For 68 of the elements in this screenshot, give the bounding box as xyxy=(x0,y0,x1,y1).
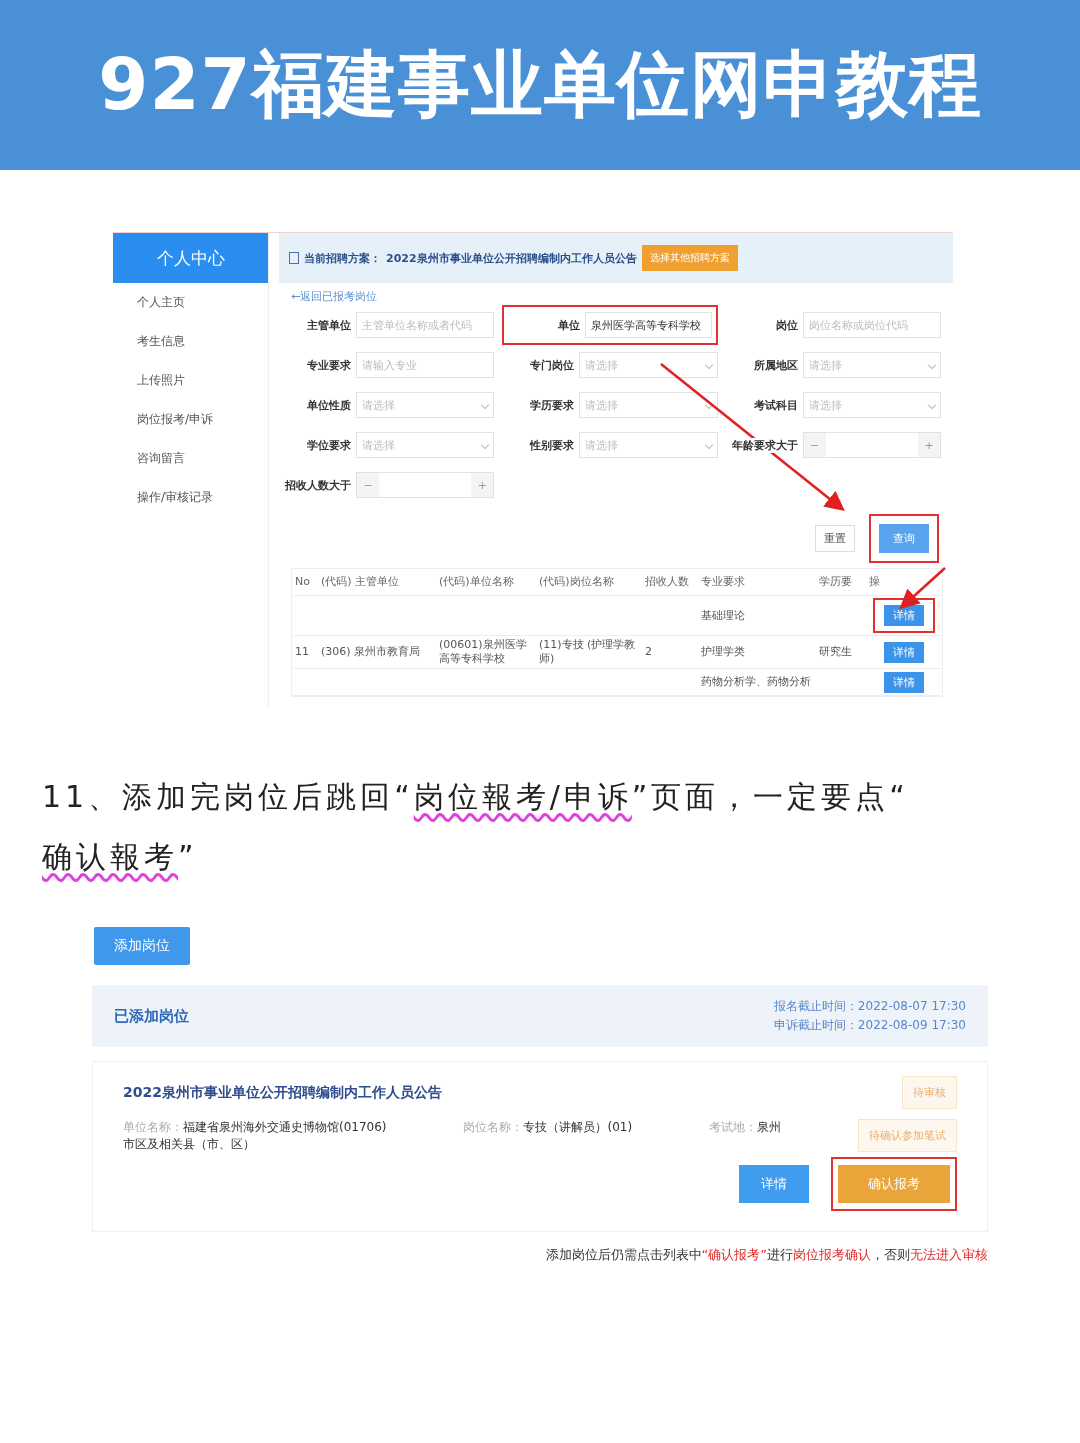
deadline-text: 申诉截止时间：2022-08-09 17:30 xyxy=(773,1017,966,1034)
sidebar-item[interactable]: 岗位报考/申诉 xyxy=(113,400,268,439)
table-cell-text: 研究生 xyxy=(818,644,853,660)
sidebar-title: 个人中心 xyxy=(113,233,268,283)
input-field[interactable]: 主管单位名称或者代码 xyxy=(356,312,495,338)
deadline-text: 报名截止时间：2022-08-07 17:30 xyxy=(773,998,966,1015)
column-header: 招收人数 xyxy=(644,574,690,590)
sidebar-item[interactable]: 咨询留言 xyxy=(113,439,268,478)
column-header: 操 xyxy=(868,574,881,590)
select-field[interactable]: 请选择 xyxy=(579,432,718,458)
select-field[interactable]: 请选择 xyxy=(356,392,495,418)
status-badge: 待确认参加笔试 xyxy=(858,1119,957,1152)
reset-button[interactable]: 重置 xyxy=(815,524,855,552)
minus-button[interactable]: − xyxy=(357,473,379,497)
info-text: 市区及相关县（市、区） xyxy=(123,1136,256,1153)
number-stepper[interactable]: − + xyxy=(802,432,941,458)
table-cell-text: (306) 泉州市教育局 xyxy=(320,644,422,660)
column-header: No xyxy=(294,574,311,590)
sidebar-item[interactable]: 个人主页 xyxy=(113,283,268,322)
section-title: 已添加岗位 xyxy=(114,1006,189,1026)
sidebar-item[interactable]: 操作/审核记录 xyxy=(113,478,268,517)
column-header: (代码) 主管单位 xyxy=(320,574,401,590)
back-link[interactable]: ←返回已报考岗位 xyxy=(291,290,378,303)
input-field[interactable]: 泉州医学高等专科学校 xyxy=(585,312,712,338)
select-field[interactable]: 请选择 xyxy=(356,432,495,458)
table-cell-text: 基础理论 xyxy=(700,607,746,624)
choose-plan-button[interactable]: 选择其他招聘方案 xyxy=(641,245,738,271)
table-cell-text: 2 xyxy=(644,644,653,660)
details-button[interactable]: 详情 xyxy=(884,605,924,626)
input-field[interactable]: 岗位名称或岗位代码 xyxy=(802,312,941,338)
column-header: (代码)岗位名称 xyxy=(538,574,615,590)
plus-button[interactable]: + xyxy=(471,473,494,497)
select-field[interactable]: 请选择 xyxy=(802,352,941,378)
note-text: 添加岗位后仍需点击列表中“确认报考”进行岗位报考确认，否则无法进入审核 xyxy=(544,1246,988,1264)
info-text: 岗位名称：专技（讲解员）(01) xyxy=(463,1119,633,1136)
minus-button[interactable]: − xyxy=(803,433,826,457)
select-field[interactable]: 请选择 xyxy=(579,392,718,418)
details-button[interactable]: 详情 xyxy=(739,1165,809,1203)
confirm-button[interactable]: 确认报考 xyxy=(838,1165,950,1203)
select-field[interactable]: 请选择 xyxy=(802,392,941,418)
column-header: 学历要 xyxy=(818,574,853,590)
input-field[interactable]: 请输入专业 xyxy=(356,352,495,378)
add-position-button[interactable]: 添加岗位 xyxy=(94,927,190,965)
info-text: 考试地：泉州 xyxy=(709,1119,782,1136)
notice-label: 当前招聘方案： xyxy=(304,250,381,266)
banner-title: 927福建事业单位网申教程 xyxy=(98,41,982,128)
notice-text: 2022泉州市事业单位公开招聘编制内工作人员公告 xyxy=(386,250,637,266)
sidebar-item[interactable]: 考生信息 xyxy=(113,322,268,361)
sidebar-item[interactable]: 上传照片 xyxy=(113,361,268,400)
instruction-text: 11、添加完岗位后跳回“岗位報考/申诉”页面，一定要点“ 确认報考” xyxy=(42,778,910,876)
plus-button[interactable]: + xyxy=(918,433,940,457)
details-button[interactable]: 详情 xyxy=(884,641,924,663)
info-text: 单位名称：福建省泉州海外交通史博物馆(01706) xyxy=(123,1119,387,1136)
select-field[interactable]: 请选择 xyxy=(579,352,718,378)
table-cell-text: (00601)泉州医学高等专科学校 xyxy=(438,637,528,667)
table-cell-text: 药物分析学、药物分析 xyxy=(700,674,812,690)
column-header: 专业要求 xyxy=(700,574,746,590)
document-icon xyxy=(289,252,299,264)
table-cell-text: 11 xyxy=(294,644,310,660)
search-button[interactable]: 查询 xyxy=(879,523,929,553)
arrow xyxy=(899,567,946,610)
column-header: (代码)单位名称 xyxy=(438,574,515,590)
details-button[interactable]: 详情 xyxy=(884,671,924,693)
table-cell-text: (11)专技 (护理学教师) xyxy=(538,637,637,667)
status-badge: 待审核 xyxy=(902,1076,957,1109)
table-cell-text: 护理学类 xyxy=(700,644,746,660)
announcement-title: 2022泉州市事业单位公开招聘编制内工作人员公告 xyxy=(123,1083,442,1102)
number-stepper[interactable]: − + xyxy=(356,472,495,498)
